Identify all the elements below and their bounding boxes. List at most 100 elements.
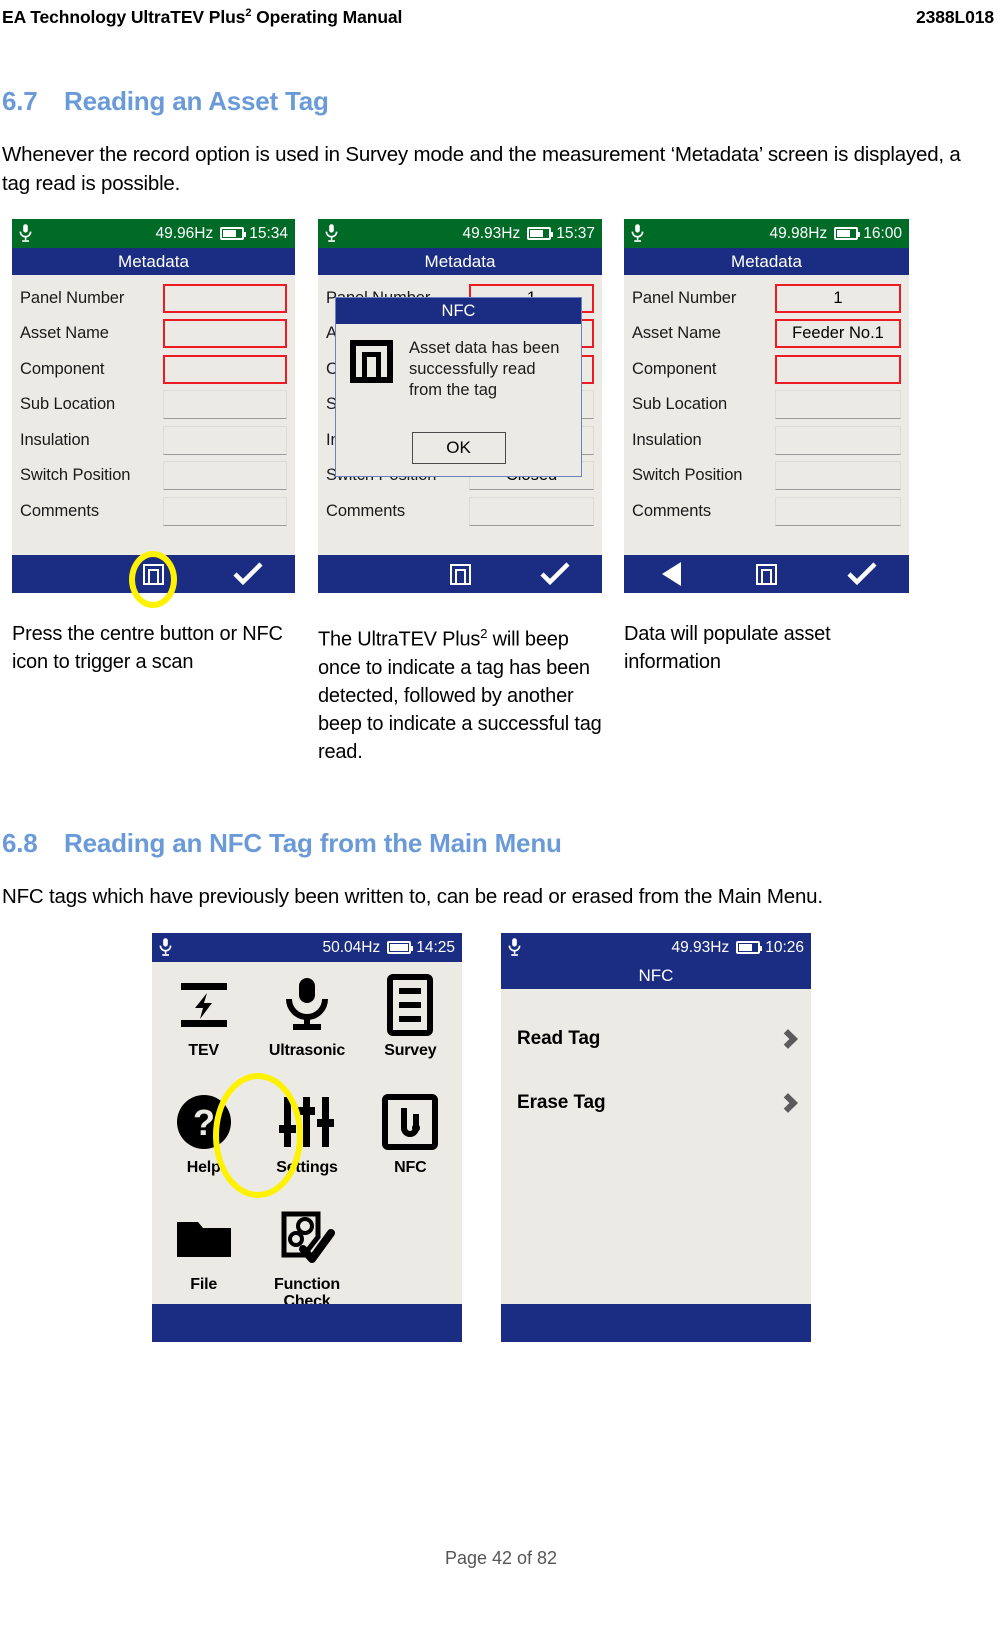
field-label: Insulation: [632, 430, 702, 449]
confirm-button[interactable]: [507, 562, 602, 586]
nfc-icon: [142, 563, 164, 585]
field-label: Insulation: [20, 430, 90, 449]
section-number: 6.7: [2, 86, 38, 116]
form-row: Sub Location: [624, 390, 909, 420]
field-label: Component: [20, 359, 105, 378]
comments-input[interactable]: [163, 496, 287, 526]
figure-caption-1: Press the centre button or NFC icon to t…: [12, 623, 283, 673]
nfc-button[interactable]: [106, 563, 200, 585]
form-row: Component: [624, 354, 909, 384]
panel-number-input[interactable]: 1: [775, 283, 901, 313]
field-label: Comments: [632, 501, 711, 520]
form-row: Switch Position: [624, 461, 909, 491]
insulation-input[interactable]: [163, 425, 287, 455]
device-screen-metadata-dialog: 49.93Hz 15:37 Metadata Panel Number1 Ass…: [318, 219, 602, 593]
device-screen-metadata-empty: 49.96Hz 15:34 Metadata Panel Number Asse…: [12, 219, 295, 593]
field-label: Panel Number: [20, 288, 125, 307]
bottom-nav-bar: [501, 1304, 811, 1342]
list-item-read-tag[interactable]: Read Tag: [501, 1007, 811, 1071]
menu-item-survey[interactable]: Survey: [359, 968, 462, 1085]
component-input[interactable]: [163, 354, 287, 384]
clock: 14:25: [416, 938, 455, 956]
survey-icon: [385, 968, 435, 1042]
tick-icon: [233, 562, 263, 586]
nfc-icon: [449, 563, 471, 585]
chevron-right-icon: [778, 1029, 798, 1049]
menu-item-settings[interactable]: Settings: [255, 1085, 358, 1202]
clock: 10:26: [765, 938, 804, 956]
svg-text:?: ?: [193, 1102, 215, 1143]
frequency-readout: 49.93Hz: [671, 938, 730, 956]
main-menu-grid: TEV Ultrasonic Survey ? Help Settings NF…: [152, 962, 462, 1319]
form-row: Switch Position: [12, 461, 295, 491]
section-heading-6-8: 6.8 Reading an NFC Tag from the Main Menu: [2, 828, 562, 859]
panel-number-input[interactable]: [163, 283, 287, 313]
dialog-title: NFC: [336, 298, 581, 324]
comments-input[interactable]: [775, 496, 901, 526]
confirm-button[interactable]: [201, 562, 295, 586]
nfc-icon: [756, 563, 777, 585]
menu-item-help[interactable]: ? Help: [152, 1085, 255, 1202]
frequency-readout: 49.98Hz: [769, 224, 828, 242]
bottom-nav-bar: [624, 555, 909, 593]
field-label: Comments: [20, 501, 99, 520]
nfc-icon: [382, 1085, 439, 1159]
screen-title: Metadata: [318, 248, 602, 275]
component-input[interactable]: [775, 354, 901, 384]
device-screen-metadata-populated: 49.98Hz 16:00 Metadata Panel Number 1 Ass…: [624, 219, 909, 593]
tick-icon: [846, 562, 877, 586]
form-row: Panel Number 1: [624, 283, 909, 313]
list-item-erase-tag[interactable]: Erase Tag: [501, 1071, 811, 1135]
chevron-right-icon: [778, 1093, 798, 1113]
form-row: Asset Name Feeder No.1: [624, 319, 909, 349]
battery-icon: [736, 941, 763, 954]
menu-item-ultrasonic[interactable]: Ultrasonic: [255, 968, 358, 1085]
nfc-button[interactable]: [719, 563, 814, 585]
section-title: Reading an NFC Tag from the Main Menu: [64, 828, 562, 858]
frequency-readout: 49.93Hz: [462, 224, 521, 242]
switch-position-input[interactable]: [775, 461, 901, 490]
figure-caption-3: Data will populate asset information: [624, 623, 831, 673]
insulation-input[interactable]: [775, 425, 901, 455]
microphone-icon: [325, 224, 338, 242]
screen-title: Metadata: [624, 248, 909, 275]
section-number: 6.8: [2, 828, 38, 858]
sub-location-input[interactable]: [775, 390, 901, 419]
microphone-icon: [508, 938, 521, 956]
form-row: Sub Location: [12, 390, 295, 420]
manual-title: EA Technology UltraTEV Plus2 Operating M…: [2, 6, 403, 27]
field-label: Asset Name: [632, 324, 721, 342]
clock: 15:37: [556, 224, 595, 242]
back-button[interactable]: [624, 562, 719, 586]
help-icon: ?: [174, 1085, 234, 1159]
menu-item-file[interactable]: File: [152, 1202, 255, 1319]
battery-icon: [527, 227, 554, 240]
nfc-options-list: Read Tag Erase Tag: [501, 989, 811, 1135]
switch-position-input[interactable]: [163, 461, 287, 490]
sub-location-input[interactable]: [163, 390, 287, 419]
menu-item-function-check[interactable]: Function Check: [255, 1202, 358, 1319]
status-bar: 49.93Hz 10:26: [501, 933, 811, 962]
frequency-readout: 49.96Hz: [155, 224, 214, 242]
menu-item-nfc[interactable]: NFC: [359, 1085, 462, 1202]
menu-item-tev[interactable]: TEV: [152, 968, 255, 1085]
metadata-form: Panel Number Asset Name Component Sub Lo…: [12, 275, 295, 526]
clock: 16:00: [863, 224, 902, 242]
status-bar: 49.96Hz 15:34: [12, 219, 295, 248]
nfc-tag-icon: [350, 340, 393, 383]
function-check-icon: [278, 1202, 336, 1276]
form-row: Insulation: [12, 425, 295, 455]
list-item-label: Erase Tag: [517, 1092, 606, 1113]
comments-input[interactable]: [469, 496, 594, 526]
microphone-icon: [159, 938, 172, 956]
dialog-ok-button[interactable]: OK: [411, 432, 506, 464]
tick-icon: [540, 562, 570, 586]
field-label: Panel Number: [632, 288, 737, 307]
asset-name-input[interactable]: [163, 319, 287, 348]
nfc-button[interactable]: [413, 563, 508, 585]
microphone-icon: [277, 968, 337, 1042]
menu-item-label: TEV: [188, 1042, 219, 1059]
confirm-button[interactable]: [814, 562, 909, 586]
asset-name-input[interactable]: Feeder No.1: [775, 319, 901, 348]
form-row: Comments: [318, 496, 602, 526]
